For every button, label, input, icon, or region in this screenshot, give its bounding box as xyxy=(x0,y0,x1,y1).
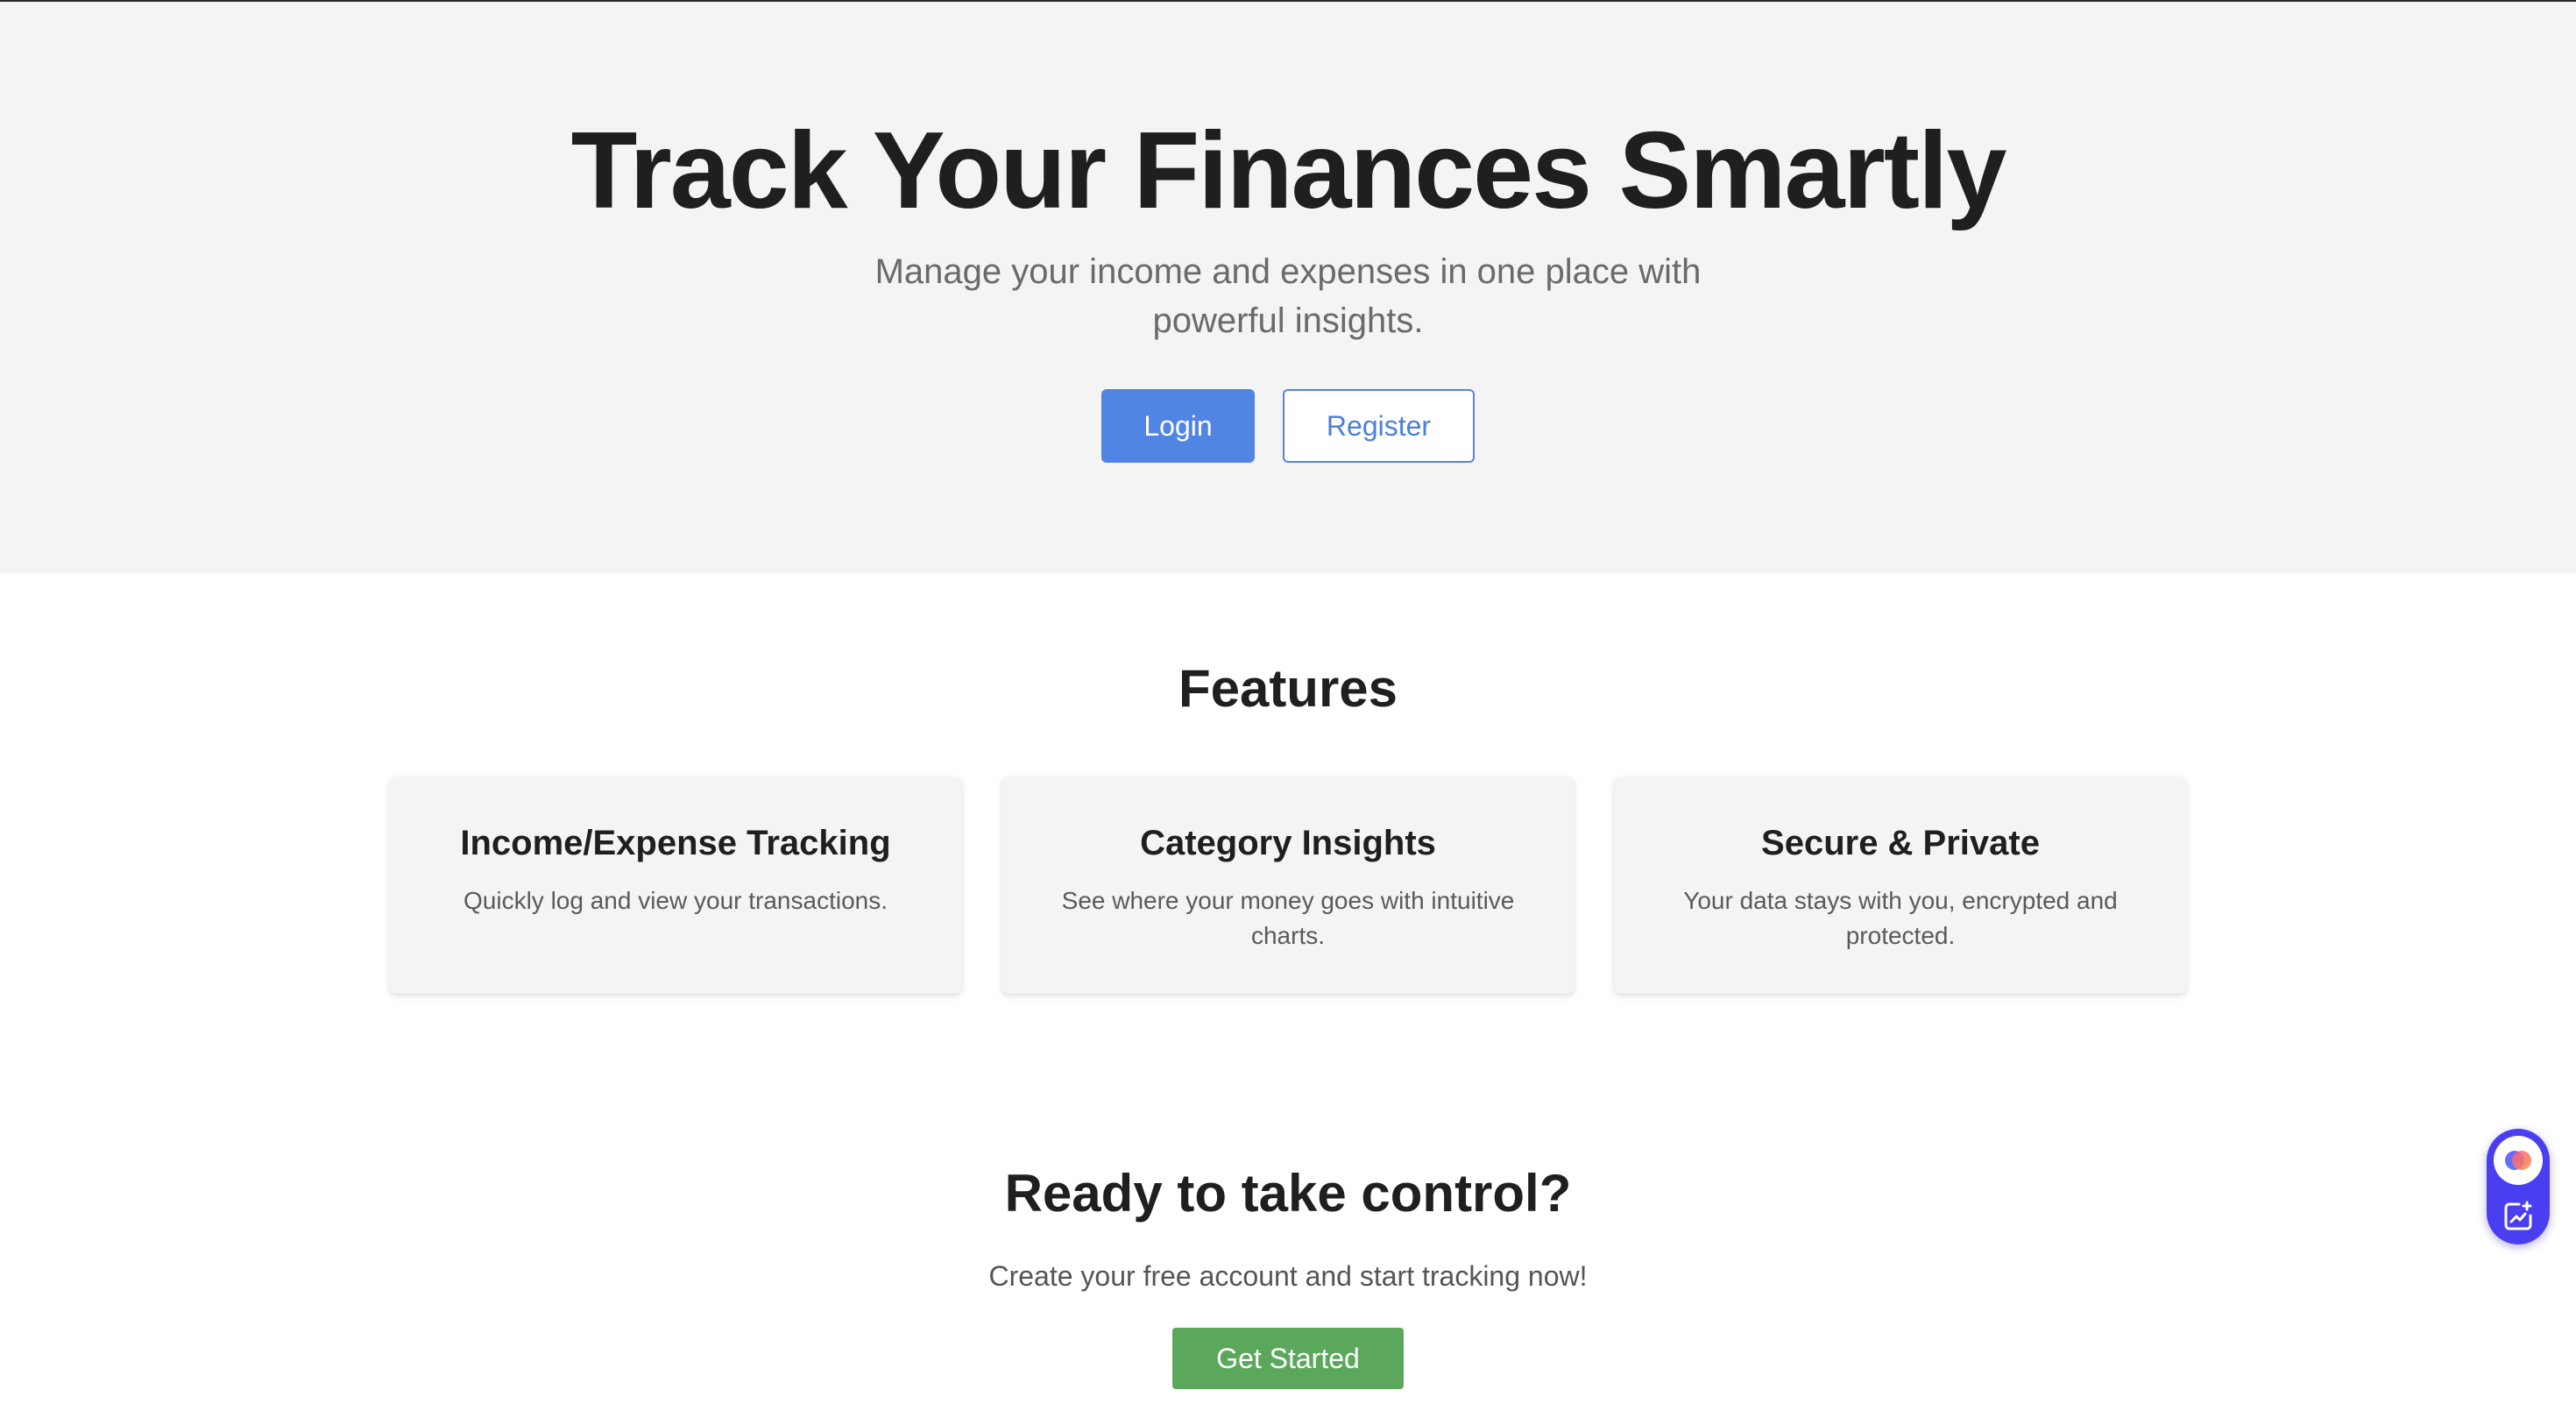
hero-subtitle: Manage your income and expenses in one p… xyxy=(874,252,1702,340)
feature-card-insights: Category Insights See where your money g… xyxy=(1001,776,1575,994)
assistant-orb-icon xyxy=(2505,1151,2531,1170)
cta-heading: Ready to take control? xyxy=(1004,1164,1572,1223)
hero-section: Track Your Finances Smartly Manage your … xyxy=(0,2,2576,573)
register-button[interactable]: Register xyxy=(1283,389,1475,463)
chart-sparkle-button[interactable] xyxy=(2497,1195,2539,1237)
login-button[interactable]: Login xyxy=(1101,389,1255,463)
chart-sparkle-icon xyxy=(2504,1201,2532,1230)
feature-card-title: Category Insights xyxy=(1140,824,1436,862)
feature-card-description: See where your money goes with intuitive… xyxy=(1061,887,1515,949)
get-started-button[interactable]: Get Started xyxy=(1172,1328,1404,1389)
cta-subtitle: Create your free account and start track… xyxy=(988,1260,1588,1292)
feature-card-title: Secure & Private xyxy=(1761,824,2040,862)
landing-page: Track Your Finances Smartly Manage your … xyxy=(0,0,2576,1411)
hero-title: Track Your Finances Smartly xyxy=(570,110,2007,231)
feature-card-tracking: Income/Expense Tracking Quickly log and … xyxy=(389,776,962,994)
feature-card-title: Income/Expense Tracking xyxy=(460,824,891,862)
assistant-orb-button[interactable] xyxy=(2494,1136,2543,1185)
feature-card-description: Your data stays with you, encrypted and … xyxy=(1683,887,2118,949)
feature-card-security: Secure & Private Your data stays with yo… xyxy=(1614,776,2187,994)
floating-assistant-widget xyxy=(2487,1129,2550,1244)
feature-card-description: Quickly log and view your transactions. xyxy=(464,887,888,914)
features-heading: Features xyxy=(1178,659,1398,718)
